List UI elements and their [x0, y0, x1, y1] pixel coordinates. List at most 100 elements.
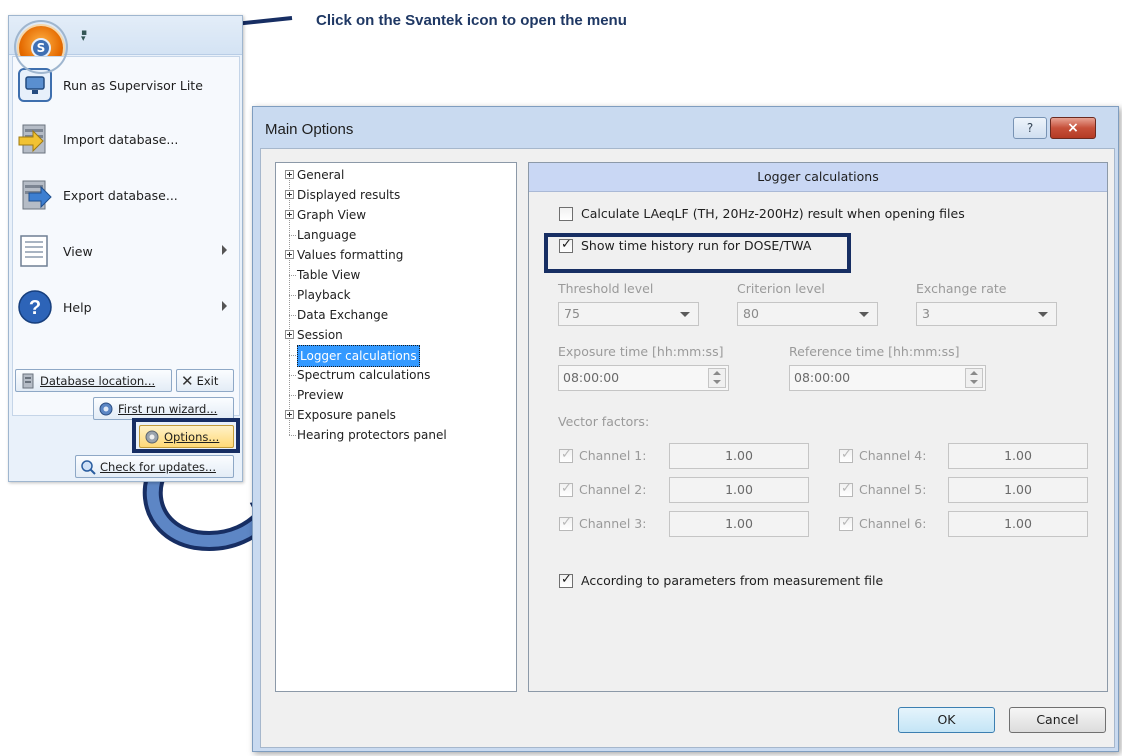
first-run-wizard-label: First run wizard...: [118, 401, 218, 416]
check-for-updates-label: Check for updates...: [100, 459, 216, 474]
threshold-level-select[interactable]: 75: [558, 302, 699, 326]
svg-text:?: ?: [29, 297, 41, 319]
reference-time-spinner[interactable]: 08:00:00: [789, 365, 986, 391]
show-time-history-highlight-frame: [544, 233, 851, 273]
channel-2-factor[interactable]: 1.00: [669, 477, 809, 503]
threshold-level-value: 75: [564, 306, 580, 321]
menu-item-import-database[interactable]: Import database...: [17, 115, 235, 163]
panel-header: Logger calculations: [529, 163, 1107, 192]
import-database-icon: [18, 124, 46, 154]
exposure-time-label: Exposure time [hh:mm:ss]: [558, 344, 724, 359]
expand-icon[interactable]: [285, 250, 294, 259]
options-tree: General Displayed results Graph View Lan…: [275, 162, 517, 692]
first-run-wizard-button[interactable]: First run wizard...: [93, 397, 234, 420]
reference-time-value: 08:00:00: [794, 370, 851, 385]
tree-label-selected: Logger calculations: [297, 345, 420, 367]
database-icon: [22, 373, 34, 388]
expand-icon[interactable]: [285, 330, 294, 339]
exposure-time-value: 08:00:00: [563, 370, 620, 385]
submenu-arrow-icon: [222, 245, 227, 255]
menu-item-help[interactable]: ? Help: [17, 283, 235, 331]
database-location-button[interactable]: Database location...: [15, 369, 172, 392]
search-updates-icon: [81, 459, 96, 475]
chevron-down-icon: [680, 312, 690, 317]
criterion-level-select[interactable]: 80: [737, 302, 878, 326]
menu-item-view[interactable]: View: [17, 227, 235, 275]
expand-icon[interactable]: [285, 210, 294, 219]
channel-3-label: Channel 3:: [579, 516, 647, 531]
channel-3-factor[interactable]: 1.00: [669, 511, 809, 537]
tree-label: Graph View: [297, 208, 367, 222]
quick-access-dropdown-icon[interactable]: ▪ ▾: [81, 29, 87, 44]
cancel-button[interactable]: Cancel: [1009, 707, 1106, 733]
exchange-rate-value: 3: [922, 306, 930, 321]
menu-item-export-database[interactable]: Export database...: [17, 171, 235, 219]
ok-button[interactable]: OK: [898, 707, 995, 733]
exit-icon: ✕: [181, 371, 194, 390]
tree-label: Spectrum calculations: [297, 368, 431, 382]
tree-label: Hearing protectors panel: [297, 428, 447, 442]
channel-5-checkbox[interactable]: [839, 481, 853, 497]
close-button[interactable]: ×: [1050, 117, 1096, 139]
tree-label: Session: [297, 328, 343, 342]
exchange-rate-label: Exchange rate: [916, 281, 1007, 296]
exposure-time-spinner[interactable]: 08:00:00: [558, 365, 729, 391]
tree-label: Displayed results: [297, 188, 401, 202]
tree-label: Playback: [297, 288, 351, 302]
view-icon: [20, 235, 48, 267]
channel-1-label: Channel 1:: [579, 448, 647, 463]
application-menu-panel: Run as Supervisor Lite Import database..…: [12, 56, 240, 416]
expand-icon[interactable]: [285, 410, 294, 419]
menu-item-label: View: [63, 243, 93, 259]
channel-1-checkbox[interactable]: [559, 447, 573, 463]
svantek-button-ring: [16, 22, 66, 72]
application-menu: ▪ ▾ S Run as Supervisor Lite Import datab…: [8, 15, 243, 482]
monitor-icon: [18, 68, 52, 102]
calc-laeq-checkbox[interactable]: [559, 207, 573, 221]
exchange-rate-select[interactable]: 3: [916, 302, 1057, 326]
channel-4-checkbox[interactable]: [839, 447, 853, 463]
vector-factors-label: Vector factors:: [558, 414, 650, 429]
channel-6-checkbox[interactable]: [839, 515, 853, 531]
exit-button[interactable]: ✕ Exit: [176, 369, 234, 392]
tree-label: General: [297, 168, 345, 182]
dialog-title: Main Options: [265, 121, 354, 138]
menu-item-label: Export database...: [63, 187, 178, 203]
reference-time-label: Reference time [hh:mm:ss]: [789, 344, 960, 359]
channel-6-label: Channel 6:: [859, 516, 927, 531]
help-icon: ?: [18, 290, 52, 324]
wizard-gear-icon: [99, 402, 113, 415]
channel-4-label: Channel 4:: [859, 448, 927, 463]
menu-item-label: Run as Supervisor Lite: [63, 77, 203, 93]
tree-label: Preview: [297, 388, 344, 402]
expand-icon[interactable]: [285, 190, 294, 199]
chevron-down-icon: [859, 312, 869, 317]
channel-2-checkbox[interactable]: [559, 481, 573, 497]
criterion-level-value: 80: [743, 306, 759, 321]
tree-label: Language: [297, 228, 357, 242]
spinner-arrows-icon[interactable]: [708, 368, 726, 388]
tree-label: Exposure panels: [297, 408, 396, 422]
according-to-parameters-checkbox[interactable]: [559, 572, 573, 588]
database-location-label: Database location...: [40, 373, 156, 388]
calc-laeq-label: Calculate LAeqLF (TH, 20Hz-200Hz) result…: [581, 206, 965, 221]
tree-label: Values formatting: [297, 248, 404, 262]
channel-3-checkbox[interactable]: [559, 515, 573, 531]
criterion-level-label: Criterion level: [737, 281, 825, 296]
help-button[interactable]: ?: [1013, 117, 1047, 139]
options-highlight-frame: [132, 418, 240, 453]
tree-label: Table View: [297, 268, 361, 282]
channel-6-factor[interactable]: 1.00: [948, 511, 1088, 537]
channel-4-factor[interactable]: 1.00: [948, 443, 1088, 469]
channel-1-factor[interactable]: 1.00: [669, 443, 809, 469]
expand-icon[interactable]: [285, 170, 294, 179]
check-for-updates-button[interactable]: Check for updates...: [75, 455, 234, 478]
menu-item-label: Import database...: [63, 131, 179, 147]
according-to-parameters-label: According to parameters from measurement…: [581, 573, 884, 588]
tree-label: Data Exchange: [297, 308, 389, 322]
channel-5-factor[interactable]: 1.00: [948, 477, 1088, 503]
export-database-icon: [22, 180, 52, 210]
menu-item-label: Help: [63, 299, 92, 315]
spinner-arrows-icon[interactable]: [965, 368, 983, 388]
chevron-down-icon: [1038, 312, 1048, 317]
